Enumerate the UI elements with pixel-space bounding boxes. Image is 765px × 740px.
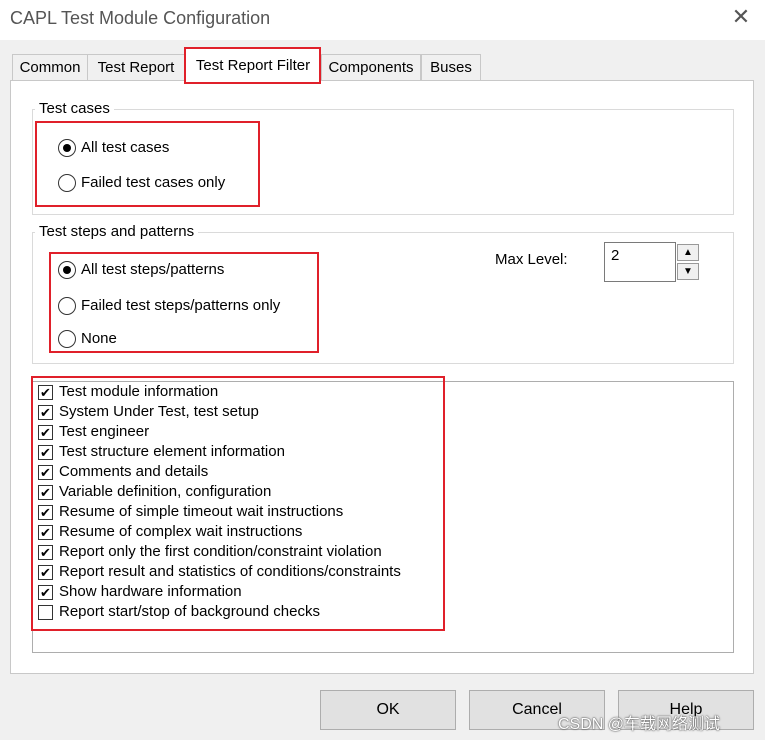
radio-all-steps[interactable] — [58, 261, 76, 279]
checkbox-4[interactable]: ✔ — [38, 465, 53, 480]
checkbox-9[interactable]: ✔ — [38, 565, 53, 580]
watermark: CSDN @车载网络测试 — [558, 716, 721, 733]
spin-down-icon[interactable]: ▼ — [677, 263, 699, 280]
radio-none[interactable] — [58, 330, 76, 348]
radio-failed-steps[interactable] — [58, 297, 76, 315]
max-level-label: Max Level: — [495, 251, 568, 268]
checkbox-label-5: Variable definition, configuration — [59, 483, 272, 500]
close-icon[interactable]: ✕ — [728, 4, 754, 30]
tab-components[interactable]: Components — [321, 54, 421, 81]
tab-common[interactable]: Common — [12, 54, 88, 81]
checkbox-label-6: Resume of simple timeout wait instructio… — [59, 503, 344, 520]
radio-failed-test-cases[interactable] — [58, 174, 76, 192]
checkbox-8[interactable]: ✔ — [38, 545, 53, 560]
checkbox-label-9: Report result and statistics of conditio… — [59, 563, 401, 580]
spin-up-icon[interactable]: ▲ — [677, 244, 699, 261]
checkbox-6[interactable]: ✔ — [38, 505, 53, 520]
checkbox-label-11: Report start/stop of background checks — [59, 603, 320, 620]
checkbox-label-4: Comments and details — [59, 463, 209, 480]
checkbox-0[interactable]: ✔ — [38, 385, 53, 400]
tab-test-report[interactable]: Test Report — [87, 54, 185, 81]
max-level-field[interactable]: 2 — [604, 242, 676, 282]
checkbox-label-2: Test engineer — [59, 423, 150, 440]
checkbox-label-7: Resume of complex wait instructions — [59, 523, 303, 540]
checkbox-5[interactable]: ✔ — [38, 485, 53, 500]
radio-failed-steps-label: Failed test steps/patterns only — [81, 297, 281, 314]
test-cases-legend: Test cases — [35, 100, 114, 117]
tab-test-report-filter[interactable]: Test Report Filter — [185, 48, 321, 83]
radio-all-test-cases-label: All test cases — [81, 139, 170, 156]
checkbox-1[interactable]: ✔ — [38, 405, 53, 420]
radio-all-steps-label: All test steps/patterns — [81, 261, 225, 278]
checkbox-2[interactable]: ✔ — [38, 425, 53, 440]
checkbox-label-8: Report only the first condition/constrai… — [59, 543, 382, 560]
checkbox-label-0: Test module information — [59, 383, 219, 400]
radio-all-test-cases[interactable] — [58, 139, 76, 157]
checkbox-3[interactable]: ✔ — [38, 445, 53, 460]
radio-none-label: None — [81, 330, 117, 347]
test-steps-legend: Test steps and patterns — [35, 223, 199, 240]
checkbox-7[interactable]: ✔ — [38, 525, 53, 540]
tab-buses[interactable]: Buses — [421, 54, 481, 81]
radio-failed-test-cases-label: Failed test cases only — [81, 174, 226, 191]
checkbox-label-3: Test structure element information — [59, 443, 285, 460]
ok-button[interactable]: OK — [320, 690, 456, 730]
window-title: CAPL Test Module Configuration — [10, 8, 271, 28]
checkbox-11[interactable] — [38, 605, 53, 620]
checkbox-label-10: Show hardware information — [59, 583, 242, 600]
test-cases-group — [32, 109, 734, 215]
checkbox-label-1: System Under Test, test setup — [59, 403, 259, 420]
checkbox-10[interactable]: ✔ — [38, 585, 53, 600]
